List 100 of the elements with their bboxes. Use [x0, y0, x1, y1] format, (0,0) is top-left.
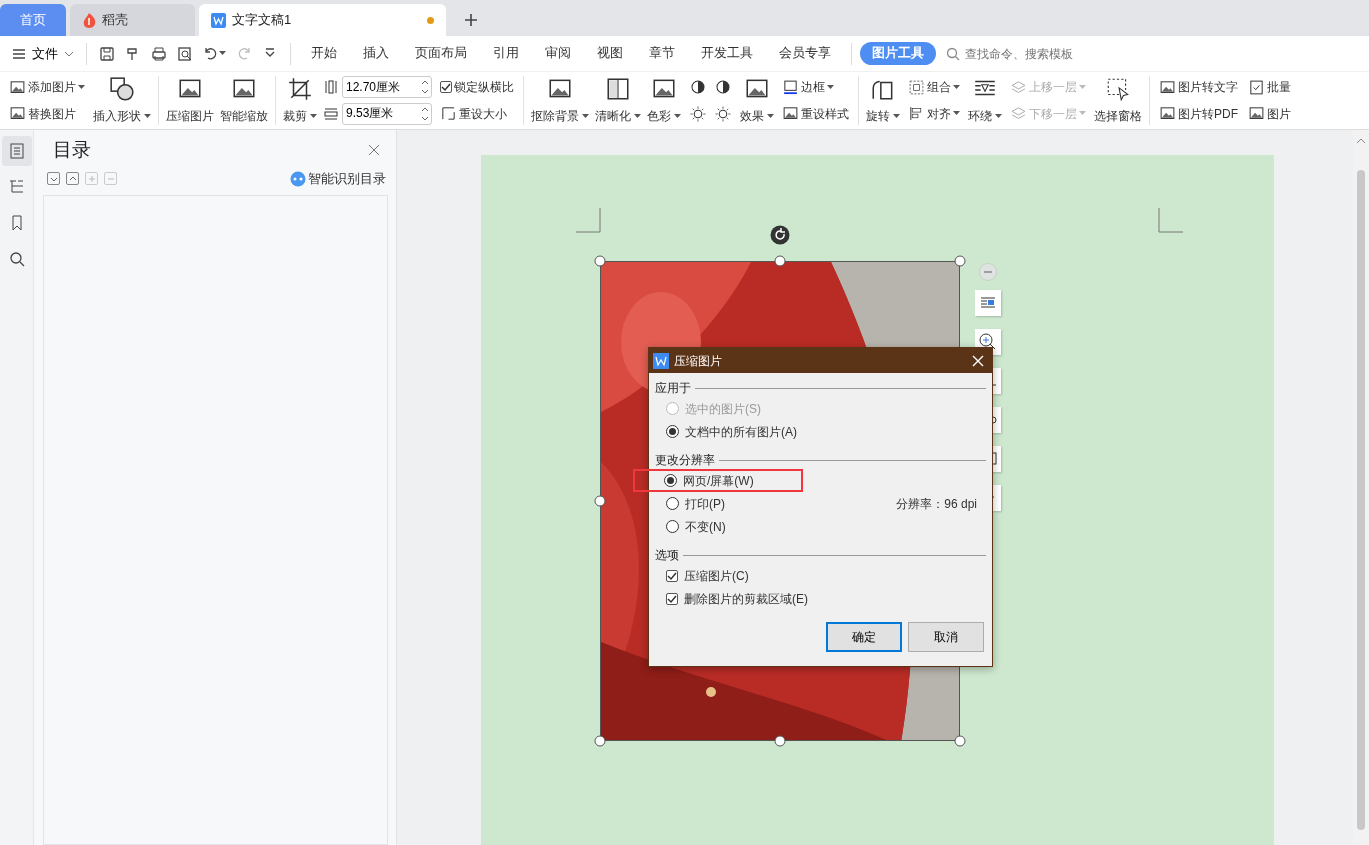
menu-tab[interactable]: 引用: [481, 42, 531, 65]
ribbon-button[interactable]: 对齐: [906, 103, 962, 124]
document-logo-icon: [211, 12, 226, 28]
contrast-icon: [689, 78, 707, 97]
ribbon-button[interactable]: 重设样式: [780, 103, 851, 124]
tab-label: 首页: [20, 11, 46, 30]
menu-tab[interactable]: 开始: [299, 42, 349, 65]
button-label: 裁剪: [283, 108, 307, 125]
button-label: 重设样式: [801, 105, 849, 123]
redo-icon: [236, 45, 252, 62]
option-label: 压缩图片(C): [684, 567, 749, 585]
menu-tab[interactable]: 审阅: [533, 42, 583, 65]
menu-tab[interactable]: 开发工具: [689, 42, 765, 65]
menu-tab[interactable]: 插入: [351, 42, 401, 65]
smart-toc-link[interactable]: 智能识别目录: [288, 168, 388, 190]
resize-handle[interactable]: [594, 495, 606, 507]
resize-handle[interactable]: [774, 255, 786, 267]
dialog-button[interactable]: 确定: [826, 622, 902, 652]
ribbon-button[interactable]: 智能缩放: [217, 74, 271, 127]
print-icon: [151, 45, 167, 62]
radio-button[interactable]: [666, 425, 679, 438]
button-label: 上移一层: [1029, 79, 1077, 97]
button-label: 边框: [801, 79, 825, 97]
menu-tab[interactable]: 页面布局: [403, 42, 479, 65]
ribbon-button[interactable]: 抠除背景: [528, 74, 592, 127]
flame-logo-icon: [82, 12, 96, 28]
save-icon: [99, 45, 115, 62]
resize-handle[interactable]: [774, 735, 786, 747]
ribbon-button[interactable]: 批量: [1246, 77, 1293, 98]
button-label: 下移一层: [1029, 105, 1077, 123]
wrap-layout-icon[interactable]: [975, 290, 1001, 316]
radio-button[interactable]: [666, 520, 679, 533]
ribbon-button[interactable]: 选择窗格: [1091, 74, 1145, 127]
button-label: 环绕: [968, 108, 992, 125]
ribbon-button[interactable]: 压缩图片: [163, 74, 217, 127]
ribbon-button[interactable]: 替换图片: [7, 103, 87, 124]
tree-icon: [7, 178, 26, 196]
option-label: 网页/屏幕(W): [683, 472, 754, 490]
size-field[interactable]: 12.70厘米: [342, 76, 432, 99]
ribbon-button[interactable]: 图片转文字: [1157, 77, 1240, 98]
panel-title: 目录: [53, 138, 91, 162]
menu-icon: [12, 47, 26, 60]
resize-handle[interactable]: [954, 735, 966, 747]
checkbox[interactable]: [666, 592, 678, 605]
tab[interactable]: 稻壳: [70, 4, 195, 36]
radio-button[interactable]: [664, 474, 677, 487]
search-field[interactable]: 查找命令、搜索模板: [963, 43, 1103, 64]
rotate-handle[interactable]: [770, 225, 790, 245]
file-label: 文件: [32, 44, 58, 63]
tab-label: 稻壳: [102, 11, 128, 30]
collapse-button[interactable]: [66, 172, 79, 186]
button-label: 替换图片: [28, 105, 76, 123]
checked-document-icon: [1248, 78, 1265, 96]
button-label: 图片转PDF: [1178, 105, 1238, 123]
file-menu-button[interactable]: 文件: [8, 43, 78, 64]
ribbon-button[interactable]: 图片: [1246, 103, 1293, 124]
menu-tab[interactable]: 会员专享: [767, 42, 843, 65]
spinner-icon: [421, 79, 429, 96]
ribbon-button[interactable]: 环绕: [965, 74, 1005, 127]
search-icon: [7, 250, 26, 268]
ribbon-button[interactable]: 边框: [780, 77, 851, 98]
ribbon-button[interactable]: 效果: [737, 74, 777, 127]
expand-button[interactable]: [47, 172, 60, 186]
size-field[interactable]: 9.53厘米: [342, 102, 432, 125]
option-label: 文档中的所有图片(A): [685, 423, 797, 441]
button-label: 重设大小: [459, 105, 507, 123]
ribbon-button[interactable]: 旋转: [863, 74, 903, 127]
resize-handle[interactable]: [594, 735, 606, 747]
scrollbar[interactable]: [1353, 130, 1369, 845]
ribbon-button[interactable]: 重设大小: [438, 103, 516, 124]
picture-icon: [9, 78, 26, 96]
ribbon-button[interactable]: 图片转PDF: [1157, 103, 1240, 124]
crop-icon: [287, 76, 313, 102]
menu-tab[interactable]: 视图: [585, 42, 635, 65]
picture-icon: [1159, 78, 1176, 96]
checkbox[interactable]: 锁定纵横比: [438, 77, 516, 98]
section-heading: 选项: [655, 547, 679, 564]
resize-handle[interactable]: [594, 255, 606, 267]
button-label: 对齐: [927, 105, 951, 123]
dialog-button[interactable]: 取消: [908, 622, 984, 652]
ribbon-button[interactable]: 清晰化: [592, 74, 644, 127]
checkbox[interactable]: [666, 569, 678, 582]
caret-icon: [219, 51, 226, 56]
ribbon-button[interactable]: 裁剪: [280, 74, 320, 127]
resize-handle[interactable]: [954, 255, 966, 267]
radio-button[interactable]: [666, 497, 679, 510]
option-label: 不变(N): [685, 518, 726, 536]
robot-icon: [290, 170, 306, 187]
tab[interactable]: 文字文稿1: [199, 4, 446, 36]
ribbon-button[interactable]: 添加图片: [7, 77, 87, 98]
ribbon-button[interactable]: 插入形状: [90, 74, 154, 127]
ribbon-button[interactable]: 色彩: [644, 74, 684, 127]
ribbon-button[interactable]: 组合: [906, 77, 962, 98]
option-label: 删除图片的剪裁区域(E): [684, 590, 808, 608]
undo-icon: [203, 45, 219, 62]
search-icon: [946, 46, 960, 61]
brightness-icon: [689, 104, 707, 123]
section-heading: 更改分辨率: [655, 452, 715, 469]
split-panel-icon: [605, 76, 631, 102]
menu-tab[interactable]: 章节: [637, 42, 687, 65]
